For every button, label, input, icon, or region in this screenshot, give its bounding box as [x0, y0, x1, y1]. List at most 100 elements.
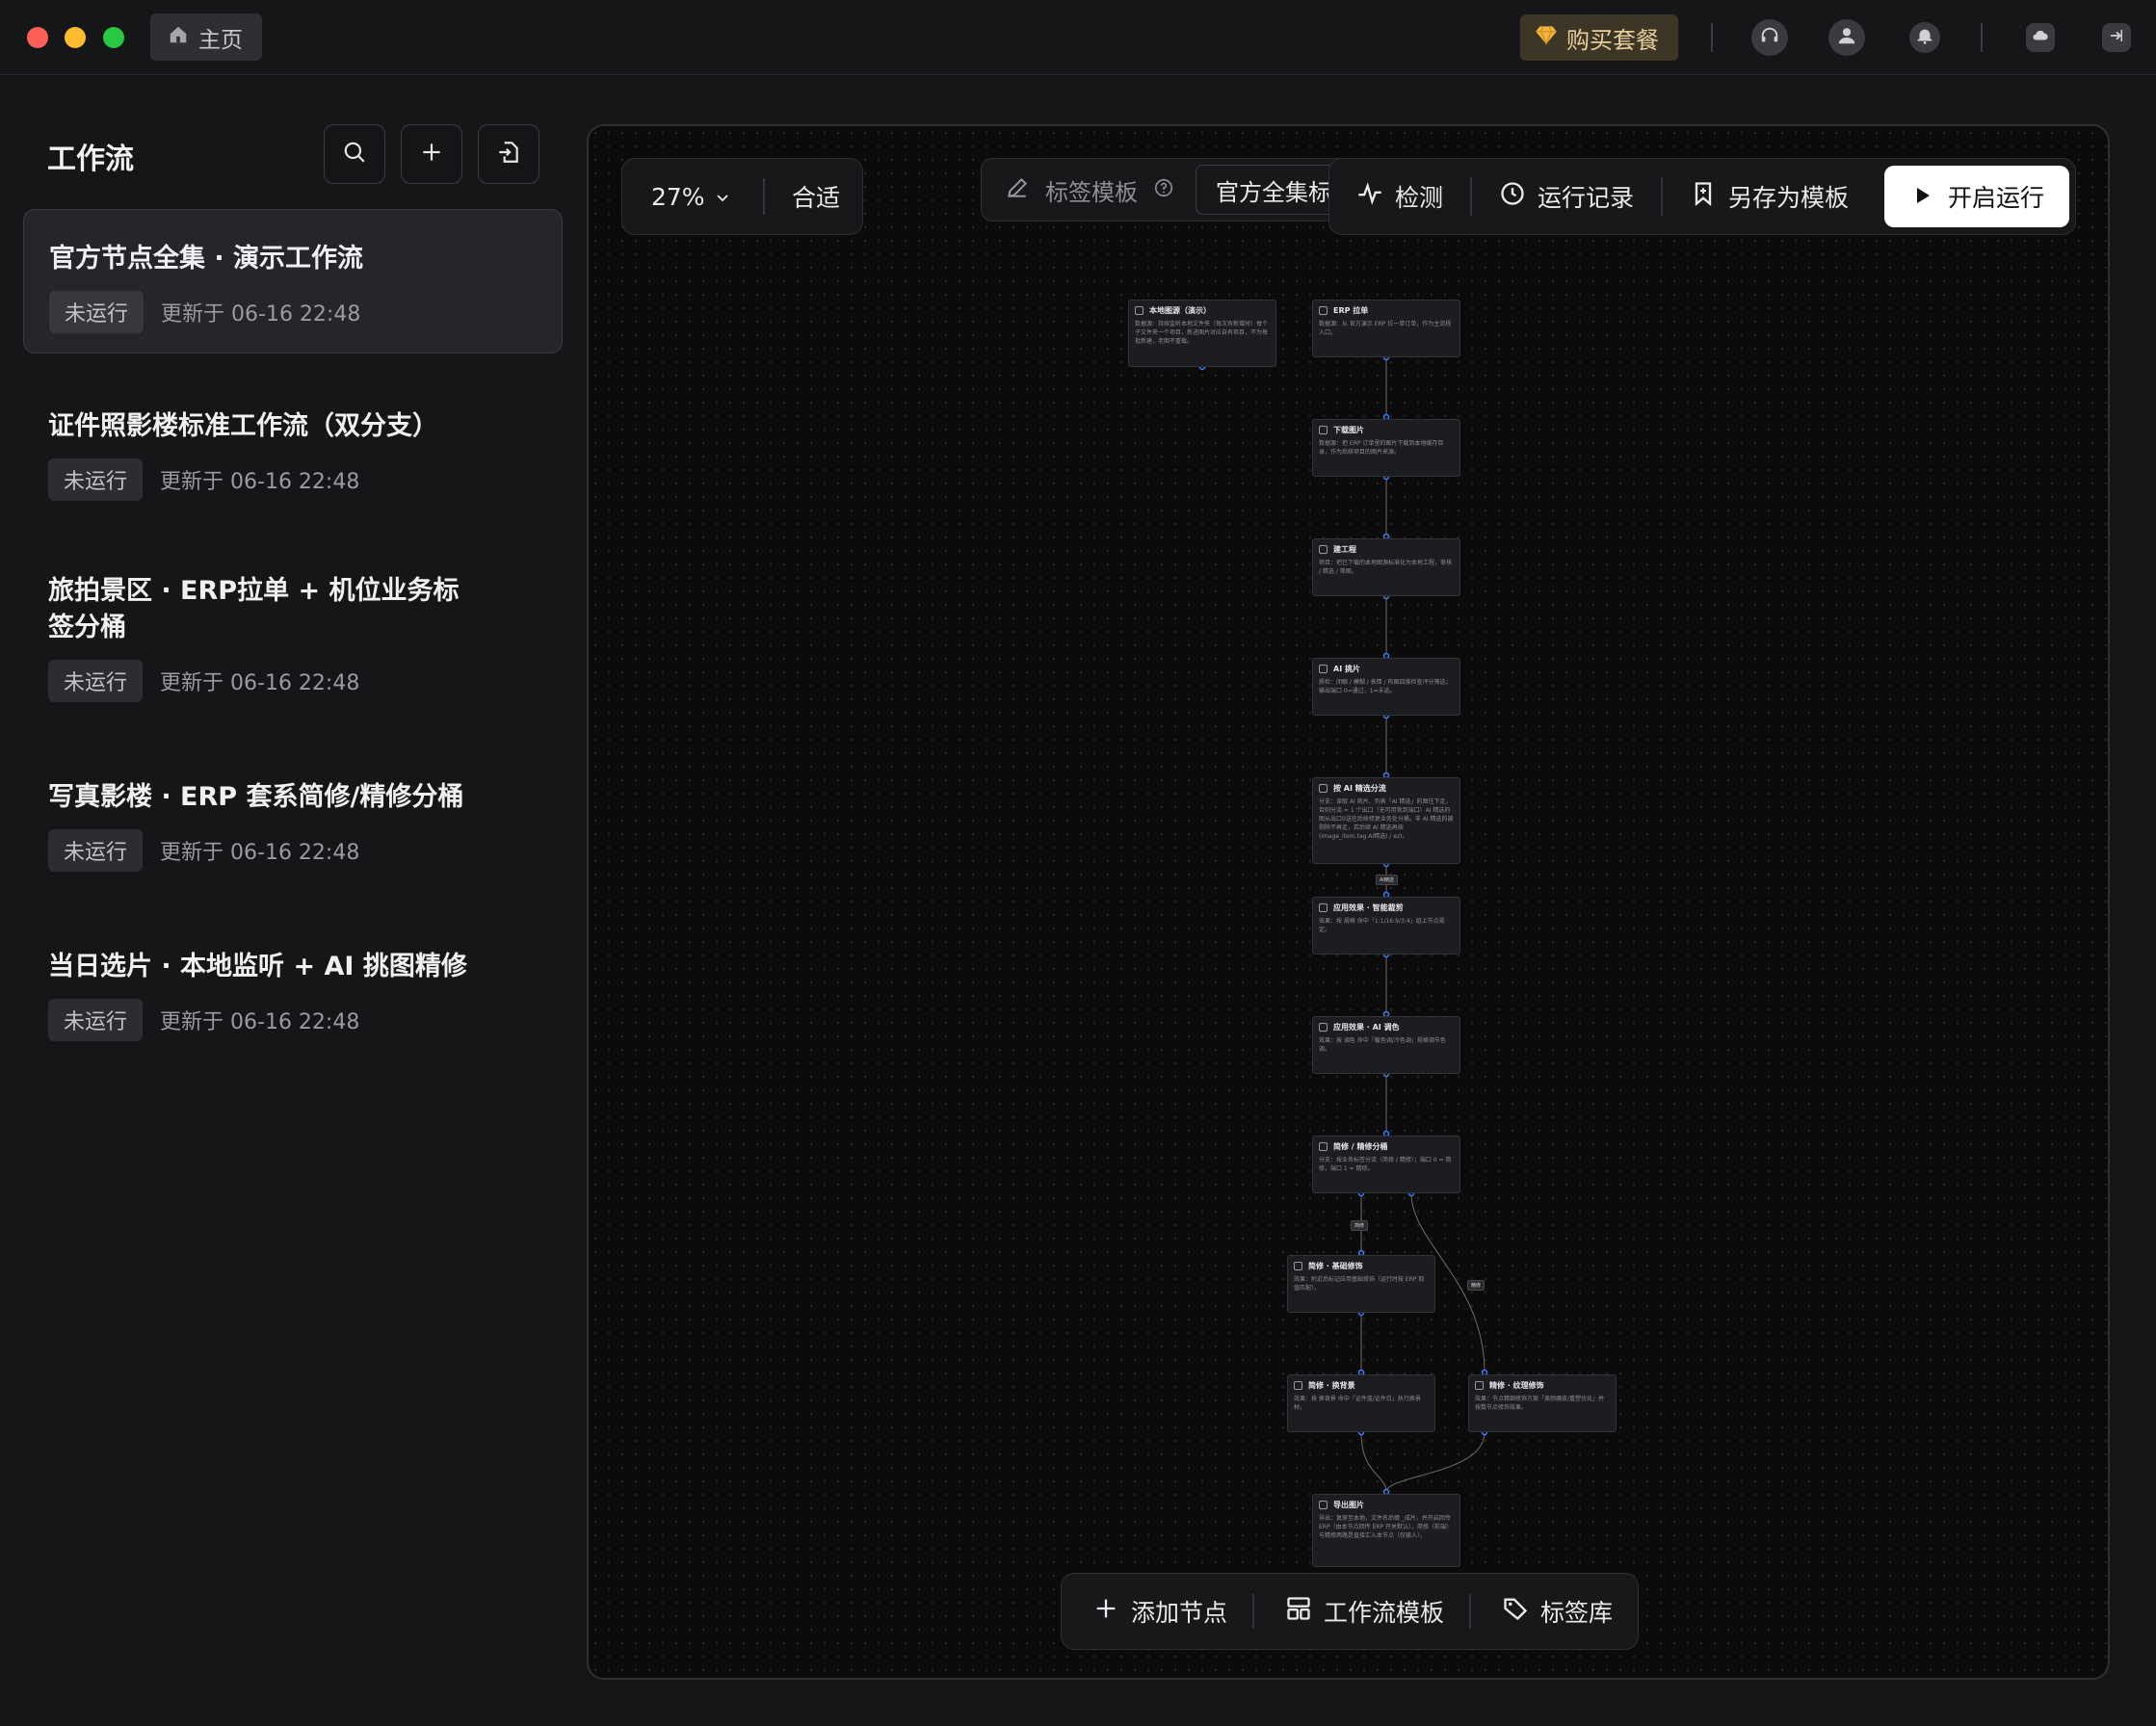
workflow-node[interactable]: 本地图源（演示） 数据源：持续监听本地文件夹（每次有新增时）每个子文件夹一个项目…: [1128, 300, 1276, 367]
start-run-button[interactable]: 开启运行: [1883, 166, 2069, 227]
tab-home[interactable]: 主页: [150, 13, 262, 61]
project-icon: [1319, 544, 1328, 554]
node-title: 本地图源（演示）: [1149, 305, 1211, 315]
edge-label: 简修: [1351, 1220, 1369, 1231]
workflow-node[interactable]: ERP 拉单 数据源：从 官方演示 ERP 拉一单订单，作为主流程入口。: [1312, 300, 1460, 357]
workflow-title: 证件照影楼标准工作流（双分支）: [48, 411, 438, 441]
add-workflow-button[interactable]: [401, 124, 462, 184]
workflow-title: 官方节点全集 · 演示工作流: [49, 244, 364, 274]
node-description: 分支：按业务标签分流（简修 / 精修）；端口 0 = 简修，端口 1 = 精修。: [1319, 1157, 1452, 1172]
node-title: 建工程: [1333, 544, 1356, 554]
window-close-button[interactable]: [27, 27, 48, 48]
node-description: 数据源：从 官方演示 ERP 拉一单订单，作为主流程入口。: [1319, 321, 1452, 336]
branch-icon: [1319, 1141, 1328, 1151]
node-description: 效果：附近后标记应用基础修饰（运行时按 ERP 取值匹配）。: [1294, 1276, 1425, 1292]
workflow-list-item[interactable]: 官方节点全集 · 演示工作流 未运行 更新于 06-16 22:48: [23, 209, 563, 353]
workflow-list-item[interactable]: 旅拍景区 · ERP拉单 + 机位业务标签分桶 未运行 更新于 06-16 22…: [23, 542, 563, 725]
check-button[interactable]: 检测: [1329, 159, 1470, 234]
status-badge: 未运行: [48, 660, 144, 702]
workflow-node[interactable]: AI 挑片 质检：闭眼 / 模糊 / 表情 / 构图四维检查评分筛选；输出端口 …: [1312, 658, 1460, 716]
headset-icon: [1759, 25, 1780, 50]
workflow-canvas[interactable]: AI精选 简修 精修 本地图源（演示） 数据源：持续监听本地文件夹（每次有新增时…: [587, 124, 2110, 1680]
window-minimize-button[interactable]: [65, 27, 86, 48]
plus-icon: [419, 140, 444, 169]
node-title: 简修 / 精修分桶: [1333, 1141, 1388, 1151]
node-title: 应用效果 · 智能裁剪: [1333, 902, 1404, 912]
tag-library-button[interactable]: 标签库: [1471, 1594, 1638, 1629]
run-history-button[interactable]: 运行记录: [1472, 159, 1661, 234]
titlebar-divider: [1981, 23, 1983, 52]
workflow-title: 写真影楼 · ERP 套系简修/精修分桶: [48, 782, 464, 812]
cloud-icon: [2032, 27, 2049, 48]
titlebar-divider: [1711, 23, 1713, 52]
logout-arrow-icon: [2108, 27, 2125, 48]
cloud-sync-button[interactable]: [2026, 23, 2055, 52]
workflow-node[interactable]: 建工程 项目：把已下载的本地图源标准化为本地工程，审核 / 精选 / 筛图。: [1312, 538, 1460, 596]
node-description: 质检：闭眼 / 模糊 / 表情 / 构图四维检查评分筛选；输出端口 0=通过，1…: [1319, 679, 1452, 694]
tag-library-label: 标签库: [1539, 1599, 1613, 1627]
workflow-node[interactable]: 导出图片 导出：复原至本地，文件名后缀 _成片，并开启回传 ERP（由本节点回传…: [1312, 1494, 1460, 1567]
database-icon: [1135, 305, 1144, 315]
fit-view-button[interactable]: 合适: [765, 179, 840, 214]
canvas-bottom-toolbar: 添加节点 工作流模板 标签库: [1061, 1573, 1639, 1650]
zoom-value: 27%: [651, 182, 705, 211]
logout-button[interactable]: [2102, 23, 2131, 52]
workflow-node[interactable]: 下载图片 数据源：把 ERP 订单里的图片下载到本地缓存目录，作为后续项目的图片…: [1312, 419, 1460, 477]
node-title: 按 AI 精选分流: [1333, 783, 1386, 793]
home-icon: [168, 24, 189, 51]
add-node-label: 添加节点: [1131, 1599, 1228, 1627]
workflow-node[interactable]: 精修 · 纹理修饰 效果：节点精细修饰方案「美颜磨皮/重塑优化」并按数节点修饰效…: [1468, 1374, 1617, 1432]
workflow-node[interactable]: 简修 / 精修分桶 分支：按业务标签分流（简修 / 精修）；端口 0 = 简修，…: [1312, 1136, 1460, 1193]
pulse-icon: [1356, 180, 1383, 213]
workflow-node[interactable]: 简修 · 换背景 效果：按 换背景 命中「证件蓝/证件白」执行换景材。: [1287, 1374, 1435, 1432]
help-icon[interactable]: [1153, 177, 1174, 202]
node-description: 数据源：持续监听本地文件夹（每次有新增时）每个子文件夹一个项目，新进图片对应自有…: [1135, 321, 1269, 345]
workflow-node[interactable]: 应用效果 · AI 调色 效果：按 调色 命中「暖色调/冷色调」规格调节色调。: [1312, 1016, 1460, 1074]
node-description: 导出：复原至本地，文件名后缀 _成片，并开启回传 ERP（由本节点回传 ERP …: [1319, 1515, 1452, 1539]
check-label: 检测: [1395, 184, 1444, 212]
workflow-list-item[interactable]: 证件照影楼标准工作流（双分支） 未运行 更新于 06-16 22:48: [23, 378, 563, 522]
zoom-dropdown[interactable]: 27%: [622, 183, 763, 211]
run-history-label: 运行记录: [1538, 184, 1635, 212]
updated-time: 更新于 06-16 22:48: [161, 302, 361, 327]
search-workflow-button[interactable]: [324, 124, 385, 184]
support-headset-button[interactable]: [1751, 19, 1788, 56]
node-description: 效果：按 规格 命中「1:1/16:9/3:4」组上节点规定。: [1319, 918, 1445, 933]
save-as-template-button[interactable]: 另存为模板: [1663, 159, 1876, 234]
search-icon: [342, 140, 367, 169]
buy-plan-button[interactable]: 购买套餐: [1520, 14, 1678, 61]
export-icon: [1319, 1500, 1328, 1509]
workflow-node[interactable]: 简修 · 基础修饰 效果：附近后标记应用基础修饰（运行时按 ERP 取值匹配）。: [1287, 1255, 1435, 1313]
node-description: 效果：按 调色 命中「暖色调/冷色调」规格调节色调。: [1319, 1037, 1446, 1053]
import-icon: [496, 140, 521, 169]
start-run-label: 开启运行: [1947, 184, 2044, 212]
updated-time: 更新于 06-16 22:48: [160, 1010, 360, 1034]
effect-icon: [1319, 902, 1328, 912]
updated-time: 更新于 06-16 22:48: [160, 671, 360, 695]
workflow-template-label: 工作流模板: [1323, 1599, 1444, 1627]
status-badge: 未运行: [49, 291, 145, 333]
save-as-template-label: 另存为模板: [1728, 184, 1850, 212]
node-description: 效果：按 换背景 命中「证件蓝/证件白」执行换景材。: [1294, 1396, 1421, 1411]
add-node-button[interactable]: 添加节点: [1062, 1594, 1252, 1629]
workflow-template-button[interactable]: 工作流模板: [1254, 1594, 1469, 1629]
node-title: AI 挑片: [1333, 664, 1360, 673]
workflow-list-item[interactable]: 当日选片 · 本地监听 + AI 挑图精修 未运行 更新于 06-16 22:4…: [23, 918, 563, 1062]
home-tab-label: 主页: [198, 27, 243, 53]
effect-icon: [1475, 1380, 1484, 1390]
user-account-button[interactable]: [1828, 19, 1865, 56]
node-description: 项目：把已下载的本地图源标准化为本地工程，审核 / 精选 / 筛图。: [1319, 560, 1453, 575]
workflow-list-item[interactable]: 写真影楼 · ERP 套系简修/精修分桶 未运行 更新于 06-16 22:48: [23, 748, 563, 893]
status-badge: 未运行: [48, 829, 144, 872]
notification-button[interactable]: [1909, 22, 1940, 53]
node-title: 下载图片: [1333, 425, 1364, 434]
import-workflow-button[interactable]: [478, 124, 539, 184]
database-icon: [1319, 305, 1328, 315]
play-icon: [1913, 183, 1933, 211]
workflow-node[interactable]: 按 AI 精选分流 分支：读取 AI 挑片、列表「AI 精选」的图往下走，否则分…: [1312, 777, 1460, 864]
bell-icon: [1914, 25, 1935, 50]
shield-check-icon: [1319, 664, 1328, 673]
workflow-node[interactable]: 应用效果 · 智能裁剪 效果：按 规格 命中「1:1/16:9/3:4」组上节点…: [1312, 897, 1460, 955]
window-maximize-button[interactable]: [103, 27, 124, 48]
pencil-icon: [1005, 175, 1030, 204]
